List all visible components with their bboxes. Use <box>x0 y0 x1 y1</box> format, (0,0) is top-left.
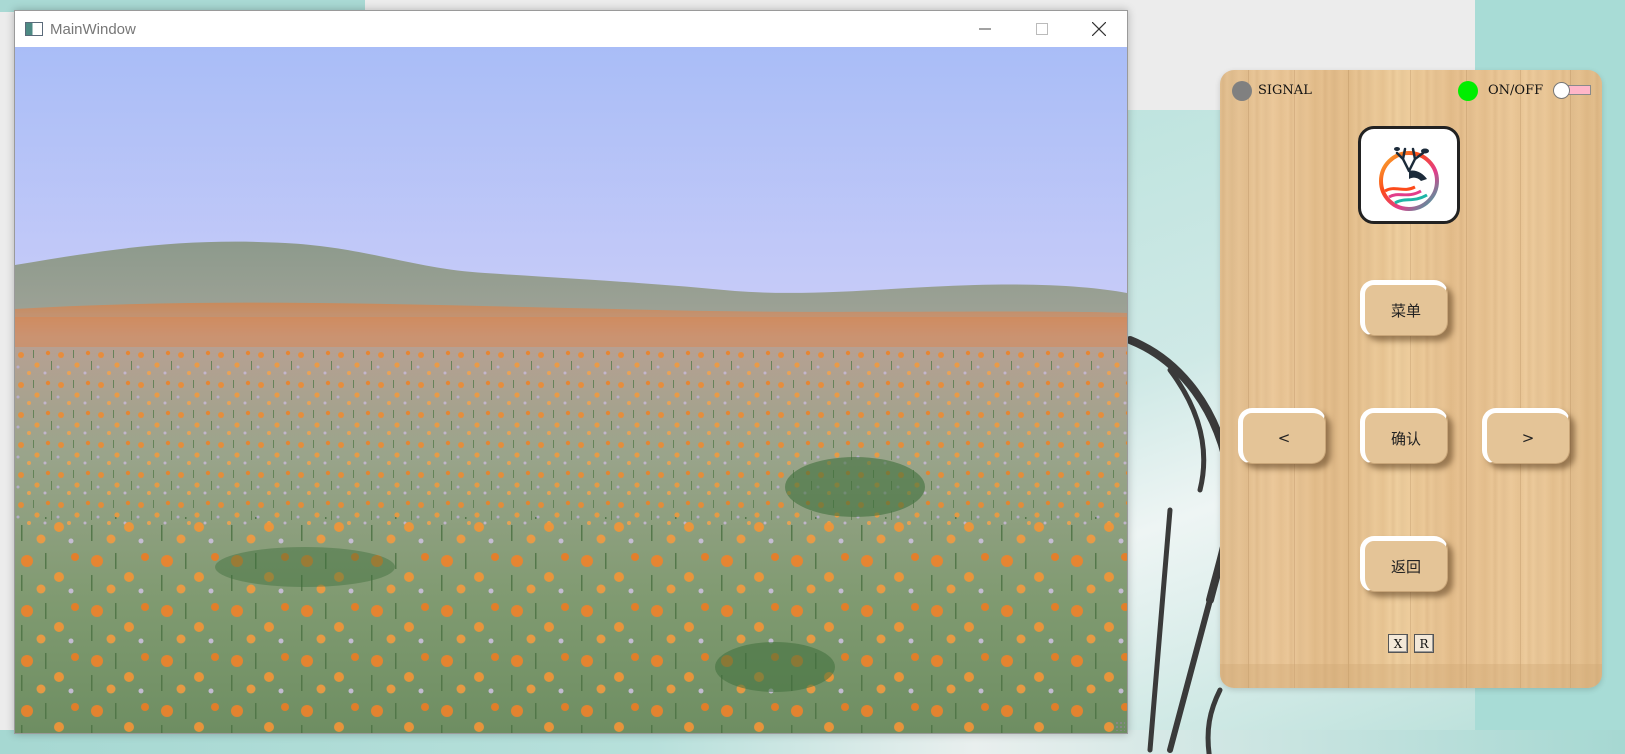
image-display-area <box>15 47 1127 733</box>
menu-button[interactable]: 菜单 <box>1360 280 1448 336</box>
wood-grain <box>1348 70 1349 688</box>
wood-grain <box>1294 70 1295 688</box>
power-indicator-light <box>1458 81 1478 101</box>
toggle-knob <box>1553 82 1570 99</box>
left-button[interactable]: < <box>1238 408 1326 464</box>
maximize-button[interactable] <box>1013 11 1070 47</box>
minimize-button[interactable] <box>956 11 1013 47</box>
window-titlebar[interactable]: MainWindow <box>15 11 1127 47</box>
right-button[interactable]: > <box>1482 408 1570 464</box>
wood-grain <box>1248 70 1249 688</box>
main-window: MainWindow <box>14 10 1128 734</box>
maximize-icon <box>1035 23 1048 35</box>
r-button[interactable]: R <box>1414 634 1434 653</box>
power-label: ON/OFF <box>1488 83 1544 98</box>
close-button[interactable] <box>1070 11 1127 47</box>
deer-logo-icon <box>1379 147 1439 211</box>
power-toggle-switch[interactable] <box>1553 82 1591 99</box>
signal-indicator-light <box>1232 81 1252 101</box>
minimize-icon <box>978 28 991 30</box>
signal-label: SIGNAL <box>1258 83 1312 98</box>
confirm-button[interactable]: 确认 <box>1360 408 1448 464</box>
wood-grain <box>1570 70 1571 688</box>
x-button[interactable]: X <box>1388 634 1408 653</box>
window-title: MainWindow <box>50 20 136 38</box>
wood-grain <box>1466 70 1467 688</box>
back-button[interactable]: 返回 <box>1360 536 1448 592</box>
deer-logo-icon <box>1358 126 1460 224</box>
remote-control-panel: SIGNAL ON/OFF 菜单 < 确认 > 返回 X R <box>1220 70 1602 688</box>
resize-grip[interactable] <box>1115 721 1125 731</box>
app-window-icon <box>25 22 43 36</box>
wood-grain <box>1520 70 1521 688</box>
window-controls <box>956 11 1127 47</box>
close-icon <box>1091 22 1106 36</box>
landscape-photo <box>15 47 1127 733</box>
